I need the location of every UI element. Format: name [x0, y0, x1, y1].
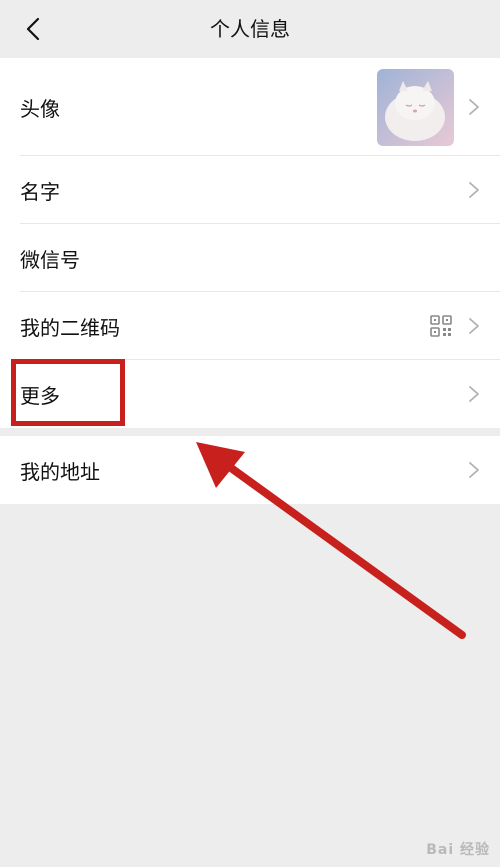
row-label: 我的二维码 [20, 315, 120, 340]
nav-bar: 个人信息 [0, 0, 500, 58]
row-label: 微信号 [20, 247, 80, 272]
row-address[interactable]: 我的地址 [0, 436, 500, 504]
page-title: 个人信息 [210, 17, 290, 41]
qr-code-icon [430, 315, 452, 337]
chevron-right-icon [469, 99, 479, 115]
row-name[interactable]: 名字 [0, 156, 500, 224]
row-label: 名字 [20, 179, 60, 204]
address-group: 我的地址 [0, 436, 500, 504]
row-qr-code[interactable]: 我的二维码 [0, 292, 500, 360]
row-label: 头像 [20, 96, 60, 121]
row-label: 我的地址 [20, 459, 100, 484]
chevron-right-icon [469, 462, 479, 478]
chevron-right-icon [469, 182, 479, 198]
chevron-right-icon [469, 318, 479, 334]
watermark: Bai 经验 [426, 842, 490, 858]
chevron-right-icon [469, 386, 479, 402]
annotation-highlight-box [11, 359, 125, 426]
row-wechat-id[interactable]: 微信号 [0, 224, 500, 292]
avatar[interactable] [377, 69, 454, 146]
row-avatar[interactable]: 头像 [0, 58, 500, 156]
